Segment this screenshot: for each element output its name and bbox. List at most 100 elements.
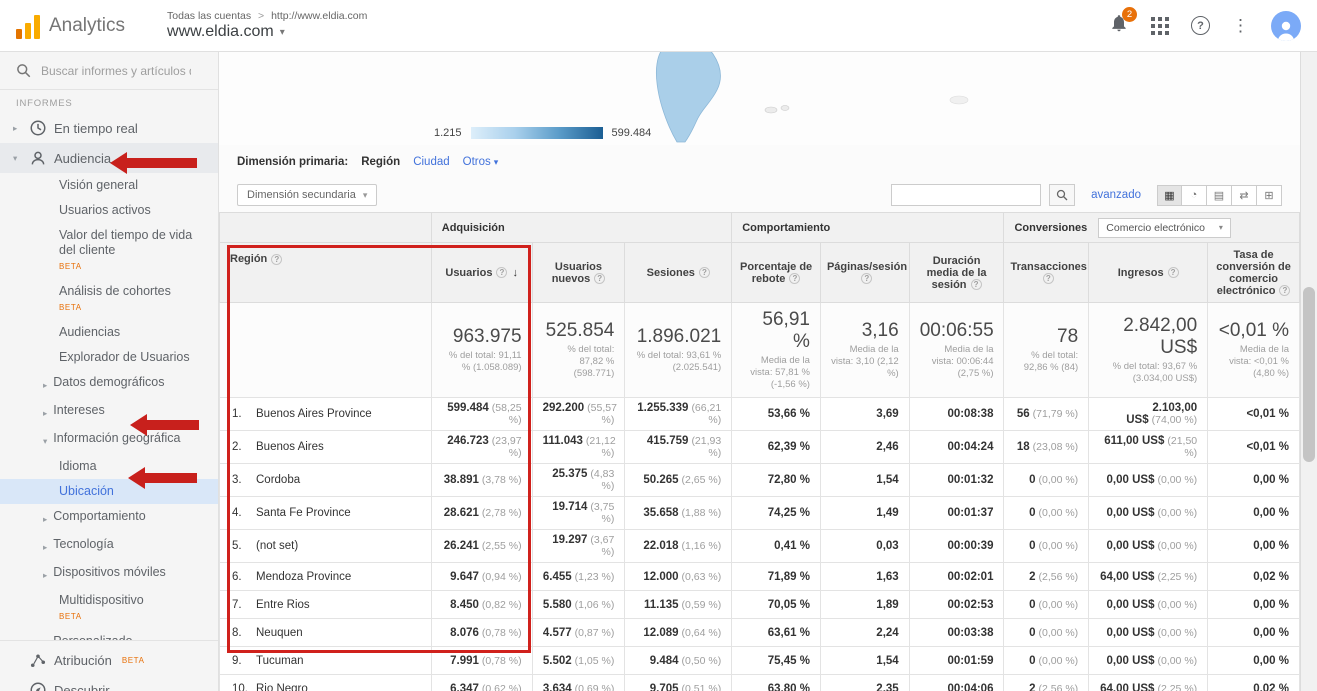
region-name[interactable]: Buenos Aires Province — [256, 408, 372, 420]
region-name[interactable]: Neuquen — [256, 627, 303, 639]
table-row[interactable]: 4.Santa Fe Province 28.621(2,78 %) 19.71… — [220, 497, 1300, 530]
sidebar-item-realtime[interactable]: En tiempo real — [0, 113, 218, 143]
column-header-conv-rate[interactable]: Tasa de conversión de comercio electróni… — [1208, 243, 1300, 303]
region-cell[interactable]: 7.Entre Rios — [220, 591, 432, 619]
dimension-option-city[interactable]: Ciudad — [413, 156, 449, 168]
help-icon[interactable] — [1279, 285, 1290, 296]
region-cell[interactable]: 10.Rio Negro — [220, 675, 432, 691]
secondary-dimension-button[interactable]: Dimensión secundaria — [237, 184, 377, 206]
region-name[interactable]: Entre Rios — [256, 599, 310, 611]
dimension-option-other[interactable]: Otros — [463, 156, 499, 168]
geo-map[interactable]: 1.215 599.484 — [219, 52, 1300, 145]
performance-view-icon[interactable]: ▤ — [1207, 185, 1232, 206]
region-cell[interactable]: 2.Buenos Aires — [220, 431, 432, 464]
table-row[interactable]: 7.Entre Rios 8.450(0,82 %) 5.580(1,06 %)… — [220, 591, 1300, 619]
sidebar-item-overview[interactable]: Visión general — [0, 173, 218, 198]
table-row[interactable]: 5.(not set) 26.241(2,55 %) 19.297(3,67 %… — [220, 530, 1300, 563]
region-name[interactable]: Rio Negro — [256, 683, 308, 691]
sidebar-item-technology[interactable]: Tecnología — [0, 532, 218, 560]
sidebar-item-discover[interactable]: Descubrir — [0, 675, 218, 691]
table-row[interactable]: 6.Mendoza Province 9.647(0,94 %) 6.455(1… — [220, 563, 1300, 591]
help-icon[interactable] — [496, 267, 507, 278]
help-icon[interactable] — [594, 273, 605, 284]
property-name[interactable]: www.eldia.com — [167, 23, 274, 41]
sidebar-item-user-explorer[interactable]: Explorador de Usuarios — [0, 345, 218, 370]
apps-grid-icon[interactable] — [1151, 17, 1169, 35]
column-header-region[interactable]: Región — [220, 243, 432, 303]
scrollbar-thumb[interactable] — [1303, 287, 1315, 462]
ecommerce-selector[interactable]: Comercio electrónico — [1098, 218, 1231, 238]
region-cell[interactable]: 5.(not set) — [220, 530, 432, 563]
help-icon[interactable] — [271, 254, 282, 265]
column-header-new-users[interactable]: Usuarios nuevos — [532, 243, 625, 303]
sidebar-item-interests[interactable]: Intereses — [0, 398, 218, 426]
region-cell[interactable]: 3.Cordoba — [220, 464, 432, 497]
sidebar-item-active-users[interactable]: Usuarios activos — [0, 198, 218, 223]
column-header-users[interactable]: Usuarios — [431, 243, 532, 303]
region-name[interactable]: Tucuman — [256, 655, 304, 667]
column-header-bounce[interactable]: Porcentaje de rebote — [732, 243, 821, 303]
sidebar-item-cohort-analysis[interactable]: Análisis de cohortes BETA — [0, 279, 218, 320]
table-row[interactable]: 1.Buenos Aires Province 599.484(58,25 %)… — [220, 398, 1300, 431]
sidebar-search-input[interactable] — [41, 64, 191, 78]
table-view-icon[interactable]: ▦ — [1157, 185, 1182, 206]
region-cell[interactable]: 6.Mendoza Province — [220, 563, 432, 591]
sidebar-item-mobile[interactable]: Dispositivos móviles — [0, 560, 218, 588]
vertical-scrollbar[interactable] — [1300, 52, 1317, 691]
region-cell[interactable]: 9.Tucuman — [220, 647, 432, 675]
help-icon[interactable] — [1168, 267, 1179, 278]
breadcrumb-root[interactable]: Todas las cuentas — [167, 10, 251, 22]
sidebar-search[interactable] — [0, 52, 218, 90]
region-name[interactable]: Buenos Aires — [256, 441, 324, 453]
region-cell[interactable]: 4.Santa Fe Province — [220, 497, 432, 530]
table-row[interactable]: 9.Tucuman 7.991(0,78 %) 5.502(1,05 %) 9.… — [220, 647, 1300, 675]
help-icon[interactable] — [1191, 16, 1210, 35]
sidebar-item-audience[interactable]: Audiencia — [0, 143, 218, 173]
table-row[interactable]: 2.Buenos Aires 246.723(23,97 %) 111.043(… — [220, 431, 1300, 464]
sidebar-item-cross-device[interactable]: Multidispositivo BETA — [0, 588, 218, 629]
sidebar-item-location[interactable]: Ubicación — [0, 479, 218, 504]
help-icon[interactable] — [699, 267, 710, 278]
column-header-duration[interactable]: Duración media de la sesión — [909, 243, 1004, 303]
help-icon[interactable] — [789, 273, 800, 284]
table-search-button[interactable] — [1049, 184, 1075, 206]
region-name[interactable]: Mendoza Province — [256, 571, 351, 583]
sidebar-item-geo[interactable]: Información geográfica — [0, 426, 218, 454]
avatar[interactable] — [1271, 11, 1301, 41]
percent-view-icon[interactable]: ◔ — [1182, 185, 1207, 206]
analytics-logo-icon[interactable] — [16, 13, 40, 39]
column-header-pages[interactable]: Páginas/sesión — [820, 243, 909, 303]
table-row[interactable]: 8.Neuquen 8.076(0,78 %) 4.577(0,87 %) 12… — [220, 619, 1300, 647]
column-header-transactions[interactable]: Transacciones — [1004, 243, 1089, 303]
table-row[interactable]: 3.Cordoba 38.891(3,78 %) 25.375(4,83 %) … — [220, 464, 1300, 497]
notifications-button[interactable]: 2 — [1109, 13, 1129, 38]
sidebar-item-lifetime-value[interactable]: Valor del tiempo de vida del cliente BET… — [0, 223, 218, 279]
pivot-view-icon[interactable]: ⊞ — [1257, 185, 1282, 206]
help-icon[interactable] — [861, 273, 872, 284]
region-cell[interactable]: 1.Buenos Aires Province — [220, 398, 432, 431]
sidebar-item-attribution[interactable]: Atribución BETA — [0, 645, 218, 675]
region-name[interactable]: Santa Fe Province — [256, 507, 351, 519]
region-cell[interactable]: 8.Neuquen — [220, 619, 432, 647]
table-search-input[interactable] — [891, 184, 1041, 206]
breadcrumb-path[interactable]: http://www.eldia.com — [271, 10, 367, 22]
region-name[interactable]: Cordoba — [256, 474, 300, 486]
column-header-sessions[interactable]: Sesiones — [625, 243, 732, 303]
advanced-filter-link[interactable]: avanzado — [1091, 189, 1141, 201]
column-header-revenue[interactable]: Ingresos — [1089, 243, 1208, 303]
sidebar-item-audiences[interactable]: Audiencias — [0, 320, 218, 345]
region-name[interactable]: (not set) — [256, 540, 298, 552]
sidebar-item-behavior[interactable]: Comportamiento — [0, 504, 218, 532]
metric-percent: (2,56 %) — [1038, 571, 1078, 583]
help-icon[interactable] — [1043, 273, 1054, 284]
comparison-view-icon[interactable]: ⇄ — [1232, 185, 1257, 206]
more-menu-icon[interactable] — [1232, 17, 1249, 34]
table-row[interactable]: 10.Rio Negro 6.347(0,62 %) 3.634(0,69 %)… — [220, 675, 1300, 691]
breadcrumb[interactable]: Todas las cuentas > http://www.eldia.com — [167, 10, 367, 22]
sidebar-item-language[interactable]: Idioma — [0, 454, 218, 479]
sidebar-item-demographics[interactable]: Datos demográficos — [0, 370, 218, 398]
revenue-cell: 0,00 US$(0,00 %) — [1089, 530, 1208, 563]
property-selector[interactable]: www.eldia.com — [167, 23, 367, 41]
dimension-option-region[interactable]: Región — [361, 156, 400, 168]
help-icon[interactable] — [971, 279, 982, 290]
